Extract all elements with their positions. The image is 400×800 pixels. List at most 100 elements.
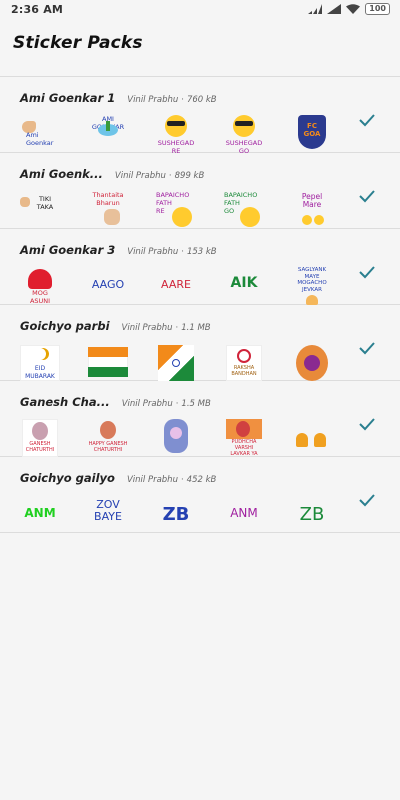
- check-icon: [358, 339, 376, 357]
- sticker-caption: AIK: [230, 275, 258, 291]
- sticker-previews: TIKI TAKA Thantaita Bharun BAPAICHO FATH RE …: [20, 191, 400, 231]
- pack-author: Vinil Prabhu: [126, 475, 178, 485]
- pack-size: 153 kB: [186, 247, 217, 257]
- sticker-caption: ANM: [24, 506, 56, 520]
- sticker-previews: ANM ZOV BAYE ZB ANM ZB: [20, 495, 400, 535]
- sticker-caption: TIKI TAKA: [36, 195, 54, 211]
- status-bar: 2:36 AM 100: [0, 0, 400, 18]
- text-sticker-icon: AAGO: [88, 267, 128, 307]
- status-time: 2:36 AM: [11, 2, 64, 16]
- rakhi-hand-icon: [292, 343, 332, 383]
- text-sticker-icon: ZB: [292, 495, 332, 535]
- pack-author: Vinil Prabhu: [121, 323, 173, 333]
- ganesh-icon: [156, 419, 196, 459]
- fc-goa-logo-icon: FC GOA: [292, 115, 332, 155]
- fist-bump-icon: TIKI TAKA: [20, 191, 60, 231]
- india-flag-icon: [156, 343, 196, 383]
- sticker-caption: PUDHCHA VARSHI LAVKAR YA: [230, 439, 258, 457]
- rolling-eyes-face-icon: BAPAICHO FATH GO: [224, 191, 264, 231]
- pack-size: 899 kB: [174, 171, 205, 181]
- sticker-pack-row[interactable]: Goichyo gailyo Vinil Prabhu · 452 kB ANM…: [0, 457, 400, 532]
- sticker-caption: Pepel Mare: [301, 192, 323, 209]
- status-icons: 100: [308, 3, 390, 15]
- crescent-moon-icon: EID MUBARAK: [20, 343, 60, 383]
- pack-author: Vinil Prabhu: [127, 95, 179, 105]
- pack-size: 1.1 MB: [181, 323, 211, 333]
- sticker-caption: AARE: [161, 278, 191, 291]
- pack-name: Goichyo gailyo: [20, 471, 115, 485]
- hand-icon: Ami Goenkar: [20, 115, 60, 155]
- sticker-caption: ZOV BAYE: [94, 498, 122, 523]
- sticker-previews: AmiGoenkar AMIGOENKAR SUSHEGADRE SUSHEGA…: [20, 115, 400, 155]
- text-sticker-icon: ZB: [156, 495, 196, 535]
- heart-eyes-face-icon: Pepel Mare: [292, 191, 332, 231]
- text-sticker-icon: ZOV BAYE: [88, 495, 128, 535]
- sticker-caption: Thantaita Bharun: [92, 191, 124, 207]
- pack-size: 760 kB: [186, 95, 217, 105]
- check-icon: [358, 415, 376, 433]
- pack-size: 452 kB: [186, 475, 217, 485]
- separator-dot: ·: [168, 171, 172, 181]
- heart-icon: MOG ASUNI: [20, 267, 60, 307]
- sticker-pack-row[interactable]: Ami Goenkar 1 Vinil Prabhu · 760 kB Ami G…: [0, 77, 400, 155]
- sticker-caption: Ami Goenkar: [26, 131, 54, 147]
- check-icon: [358, 263, 376, 281]
- sticker-caption: FC GOA: [303, 122, 321, 138]
- check-icon: [358, 111, 376, 129]
- pack-name: Ami Goenkar 1: [20, 91, 116, 105]
- signal-icon: [327, 4, 342, 14]
- check-icon: [358, 491, 376, 509]
- separator-dot: ·: [181, 95, 184, 105]
- sticker-caption: MOG ASUNI: [29, 289, 51, 305]
- separator-dot: ·: [180, 475, 184, 485]
- sunglasses-face-icon: SUSHEGAD GO: [224, 115, 264, 155]
- palm-tree-icon: AMIGOENKAR: [88, 115, 128, 155]
- pack-size: 1.5 MB: [181, 399, 211, 409]
- sticker-pack-row[interactable]: Ami Goenkar 3 Vinil Prabhu · 153 kB MOG A…: [0, 229, 400, 307]
- ganesh-icon: HAPPY GANESH CHATURTHI: [88, 419, 128, 459]
- ganesh-icon: GANESH CHATURTHI: [20, 419, 60, 459]
- separator-dot: ·: [181, 247, 184, 257]
- pack-name: Ami Goenk...: [20, 167, 103, 181]
- check-icon: [358, 187, 376, 205]
- separator-dot: ·: [175, 399, 179, 409]
- sticker-previews: EID MUBARAK RAKSHA BANDHAN: [20, 343, 400, 383]
- diya-lamps-icon: [292, 419, 332, 459]
- pack-name: Ganesh Cha...: [20, 395, 110, 409]
- signal-icon: [308, 4, 323, 14]
- rolling-eyes-face-icon: BAPAICHO FATH RE: [156, 191, 196, 231]
- sticker-caption: HAPPY GANESH CHATURTHI: [88, 441, 128, 453]
- separator-dot: ·: [175, 323, 179, 333]
- sticker-previews: MOG ASUNI AAGO AARE AIK SAGLYANK MAYE MOGAC…: [20, 267, 400, 307]
- page-title: Sticker Packs: [13, 33, 143, 53]
- sunglasses-face-icon: SUSHEGAD RE: [156, 115, 196, 155]
- pack-author: Vinil Prabhu: [121, 399, 173, 409]
- praying-hands-icon: SAGLYANK MAYE MOGACHO JEVKAR: [292, 267, 332, 307]
- pack-author: Vinil Prabhu: [127, 247, 179, 257]
- text-sticker-icon: AIK: [224, 267, 264, 307]
- sticker-caption: SAGLYANK MAYE MOGACHO JEVKAR: [297, 267, 327, 293]
- text-sticker-icon: ANM: [20, 495, 60, 535]
- rakhi-icon: RAKSHA BANDHAN: [224, 343, 264, 383]
- sticker-caption: AAGO: [91, 278, 125, 291]
- sticker-caption: EID MUBARAK: [25, 365, 55, 380]
- sticker-caption: GANESH CHATURTHI: [25, 441, 55, 453]
- sticker-previews: GANESH CHATURTHI HAPPY GANESH CHATURTHI PU…: [20, 419, 400, 459]
- battery-icon: 100: [365, 3, 390, 15]
- pack-name: Ami Goenkar 3: [20, 243, 116, 257]
- sticker-caption: ZB: [162, 504, 190, 525]
- pack-name: Goichyo parbi: [20, 319, 110, 333]
- sticker-pack-row[interactable]: Goichyo parbi Vinil Prabhu · 1.1 MB EID M…: [0, 305, 400, 383]
- flag-banner-icon: [88, 343, 128, 383]
- text-sticker-icon: ANM: [224, 495, 264, 535]
- ganesh-icon: PUDHCHA VARSHI LAVKAR YA: [224, 419, 264, 459]
- sticker-pack-row[interactable]: Ami Goenk... Vinil Prabhu · 899 kB TIKI T…: [0, 153, 400, 228]
- sticker-caption: RAKSHA BANDHAN: [231, 365, 257, 377]
- text-sticker-icon: AARE: [156, 267, 196, 307]
- sticker-pack-row[interactable]: Ganesh Cha... Vinil Prabhu · 1.5 MB GANE…: [0, 381, 400, 459]
- sticker-caption: ZB: [299, 504, 325, 525]
- hand-icon: Thantaita Bharun: [88, 191, 128, 231]
- pack-author: Vinil Prabhu: [114, 171, 166, 181]
- sticker-caption: ANM: [230, 506, 258, 520]
- wifi-icon: [346, 4, 361, 14]
